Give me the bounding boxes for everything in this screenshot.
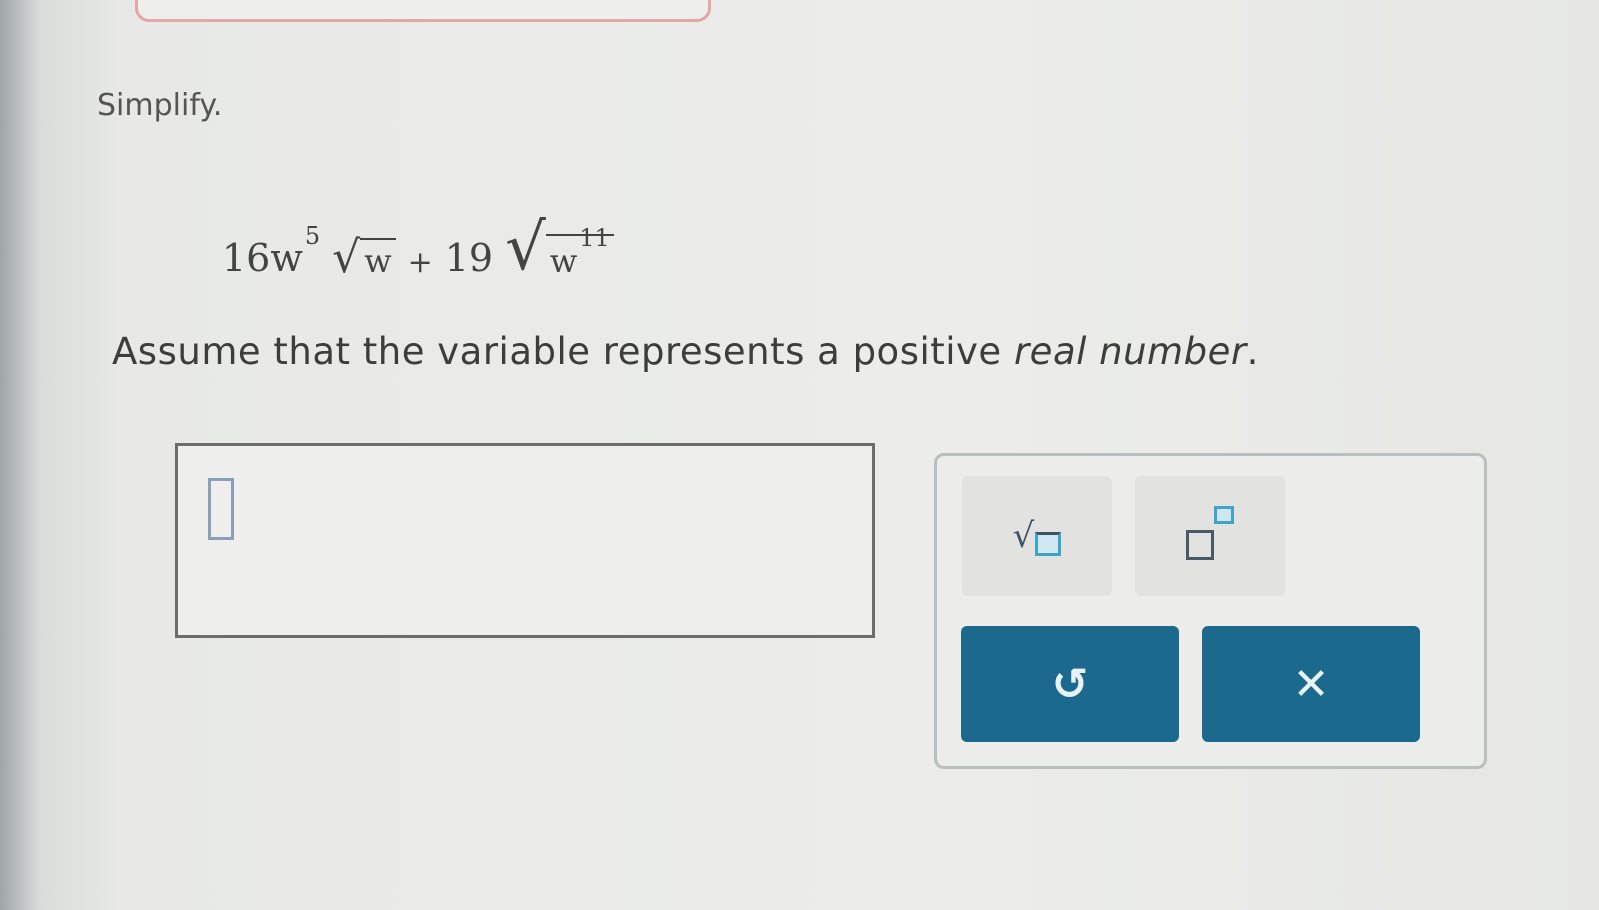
term2-radicand: w [549, 241, 578, 280]
radical-sign: √ [505, 211, 546, 285]
exponent-icon [1170, 506, 1250, 566]
term2-radical: √ w11 [505, 216, 614, 280]
top-tab [135, 0, 711, 22]
square-root-icon: √ [1013, 516, 1062, 556]
term1-coefficient: 16w [222, 236, 303, 280]
term2-radicand-group: w11 [545, 224, 614, 280]
math-toolpad: √ ↺ ✕ [934, 453, 1487, 769]
assumption-suffix: . [1246, 330, 1259, 373]
instruction-text: Simplify. [97, 88, 223, 123]
term1-radical: √ w [332, 232, 396, 283]
term1-exponent: 5 [304, 222, 321, 250]
assumption-emphasis: real number [1013, 330, 1247, 373]
assumption-prefix: Assume that the variable represents a po… [112, 330, 1014, 373]
term2-exponent: 11 [579, 223, 610, 252]
radical-sign: √ [332, 232, 361, 283]
close-icon: ✕ [1292, 658, 1330, 710]
undo-icon: ↺ [1051, 658, 1089, 710]
input-placeholder-box[interactable] [208, 478, 234, 540]
exponent-button[interactable] [1135, 476, 1285, 596]
math-expression: 16w 5 √ w + 19 √ w11 [222, 190, 614, 280]
answer-input[interactable] [175, 443, 875, 638]
clear-button[interactable]: ✕ [1202, 626, 1420, 742]
plus-operator: + [407, 245, 433, 280]
term2-coefficient: 19 [444, 236, 494, 280]
assumption-text: Assume that the variable represents a po… [112, 330, 1259, 373]
term1-radicand: w [360, 237, 396, 280]
square-root-button[interactable]: √ [962, 476, 1112, 596]
undo-button[interactable]: ↺ [961, 626, 1179, 742]
